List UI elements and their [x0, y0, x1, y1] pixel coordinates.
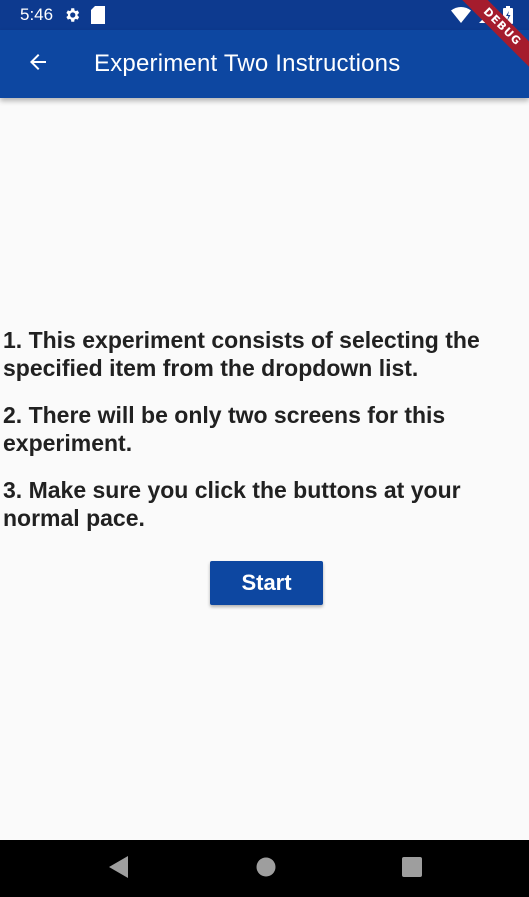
sd-card-icon — [91, 6, 106, 24]
arrow-back-icon — [26, 50, 50, 79]
main-content: 1. This experiment consists of selecting… — [0, 98, 529, 840]
nav-back-button[interactable] — [108, 855, 130, 883]
home-circle-icon — [256, 857, 276, 882]
start-button[interactable]: Start — [210, 561, 323, 605]
recents-square-icon — [402, 856, 422, 882]
system-nav-bar — [0, 840, 529, 897]
gear-icon — [63, 6, 81, 24]
instruction-2: 2. There will be only two screens for th… — [3, 402, 446, 456]
instruction-1: 1. This experiment consists of selecting… — [3, 327, 480, 381]
instruction-3: 3. Make sure you click the buttons at yo… — [3, 477, 461, 531]
back-triangle-icon — [109, 855, 129, 883]
page-title: Experiment Two Instructions — [94, 50, 401, 77]
wifi-icon — [451, 7, 471, 28]
back-button[interactable] — [10, 36, 66, 92]
instructions-list: 1. This experiment consists of selecting… — [3, 326, 523, 551]
status-bar: 5:46 — [0, 0, 529, 30]
nav-recents-button[interactable] — [401, 856, 423, 882]
nav-home-button[interactable] — [255, 857, 277, 882]
status-time: 5:46 — [20, 5, 54, 24]
app-bar: Experiment Two Instructions — [0, 30, 529, 98]
